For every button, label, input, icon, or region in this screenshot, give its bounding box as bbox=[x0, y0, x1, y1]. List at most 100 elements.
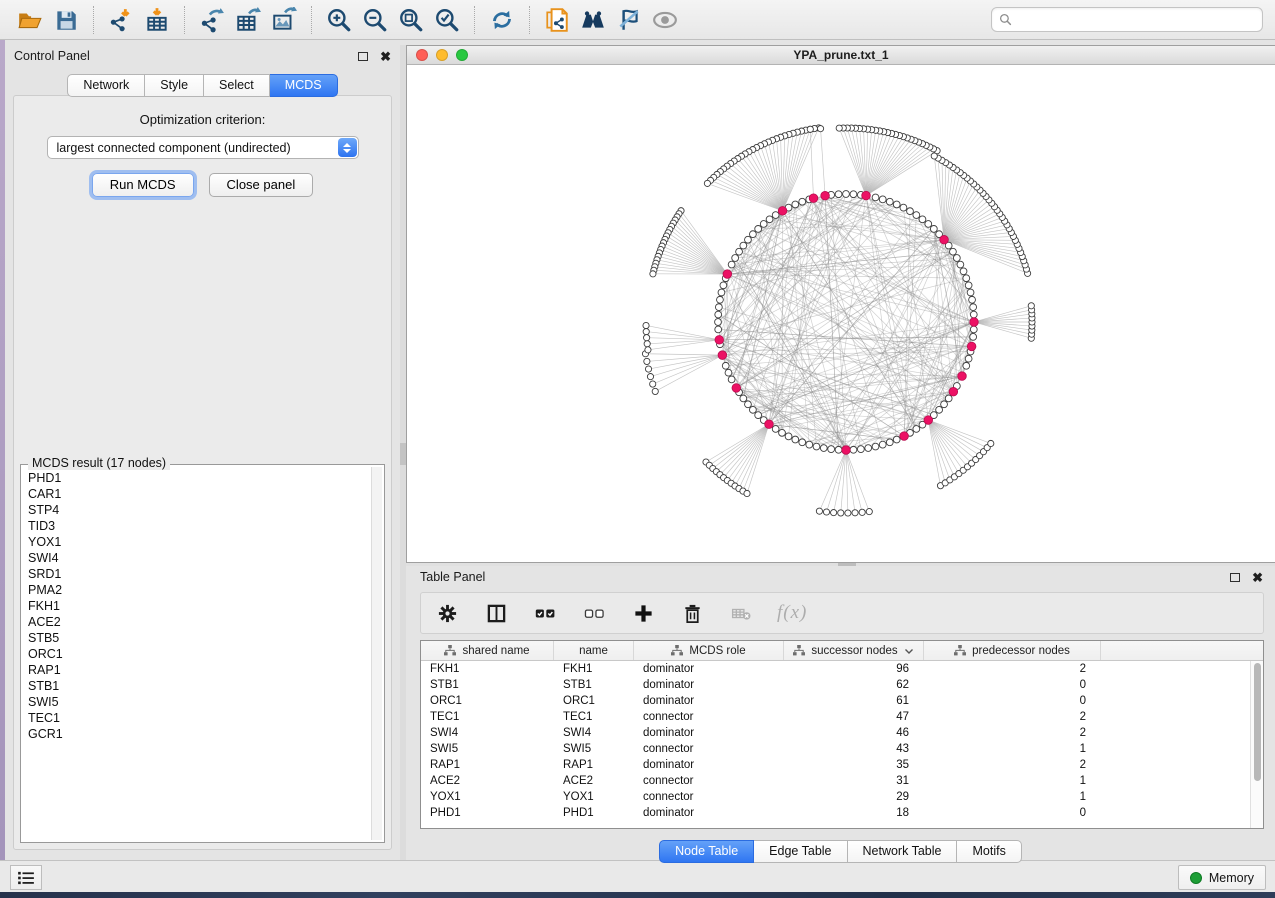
column-header-predecessor-nodes[interactable]: predecessor nodes bbox=[924, 641, 1101, 660]
network-node[interactable] bbox=[745, 236, 752, 243]
network-node[interactable] bbox=[965, 282, 972, 289]
delete-table-button[interactable] bbox=[728, 600, 754, 626]
search-input[interactable] bbox=[1017, 13, 1255, 27]
network-leaf-node[interactable] bbox=[931, 153, 937, 159]
network-hub-node[interactable] bbox=[732, 384, 741, 393]
network-node[interactable] bbox=[720, 282, 727, 289]
network-hub-node[interactable] bbox=[949, 387, 958, 396]
network-node[interactable] bbox=[740, 242, 747, 249]
network-node[interactable] bbox=[779, 429, 786, 436]
float-panel-icon[interactable] bbox=[358, 52, 368, 61]
mcds-result-item[interactable]: PMA2 bbox=[28, 582, 364, 598]
network-leaf-node[interactable] bbox=[643, 322, 649, 328]
show-task-history-button[interactable] bbox=[10, 865, 42, 890]
network-node[interactable] bbox=[893, 436, 900, 443]
network-node[interactable] bbox=[872, 443, 879, 450]
show-columns-button[interactable] bbox=[483, 600, 509, 626]
network-leaf-node[interactable] bbox=[650, 271, 656, 277]
import-network-button[interactable] bbox=[103, 5, 139, 35]
network-node[interactable] bbox=[857, 446, 864, 453]
network-hub-node[interactable] bbox=[723, 270, 732, 279]
network-leaf-node[interactable] bbox=[645, 366, 651, 372]
network-node[interactable] bbox=[969, 296, 976, 303]
network-hub-node[interactable] bbox=[715, 336, 724, 345]
network-leaf-node[interactable] bbox=[744, 490, 750, 496]
tab-mcds[interactable]: MCDS bbox=[270, 74, 338, 97]
table-row[interactable]: ORC1ORC1dominator610 bbox=[421, 693, 1263, 709]
window-minimize-light[interactable] bbox=[436, 49, 448, 61]
network-leaf-node[interactable] bbox=[644, 341, 650, 347]
network-node[interactable] bbox=[886, 198, 893, 205]
table-row[interactable]: SWI4SWI4dominator462 bbox=[421, 725, 1263, 741]
network-leaf-node[interactable] bbox=[816, 508, 822, 514]
network-node[interactable] bbox=[736, 248, 743, 255]
mcds-result-item[interactable]: SWI4 bbox=[28, 550, 364, 566]
table-row[interactable]: FKH1FKH1dominator962 bbox=[421, 661, 1263, 677]
network-node[interactable] bbox=[953, 255, 960, 262]
network-node[interactable] bbox=[919, 216, 926, 223]
show-graphics-details-button[interactable] bbox=[647, 5, 683, 35]
mcds-result-item[interactable]: YOX1 bbox=[28, 534, 364, 550]
network-node[interactable] bbox=[907, 208, 914, 215]
network-leaf-node[interactable] bbox=[644, 358, 650, 364]
tab-style[interactable]: Style bbox=[145, 74, 204, 97]
network-node[interactable] bbox=[963, 362, 970, 369]
run-mcds-button[interactable]: Run MCDS bbox=[92, 173, 194, 197]
mcds-result-item[interactable]: STP4 bbox=[28, 502, 364, 518]
table-row[interactable]: ACE2ACE2connector311 bbox=[421, 773, 1263, 789]
network-leaf-node[interactable] bbox=[807, 126, 813, 132]
float-panel-icon[interactable] bbox=[1230, 573, 1240, 582]
criterion-dropdown[interactable]: largest connected component (undirected) bbox=[47, 136, 359, 159]
network-node[interactable] bbox=[732, 255, 739, 262]
close-panel-icon[interactable]: ✖ bbox=[380, 50, 391, 63]
function-builder-label[interactable]: f(x) bbox=[777, 602, 807, 624]
network-hub-node[interactable] bbox=[718, 351, 727, 360]
window-close-light[interactable] bbox=[416, 49, 428, 61]
mcds-result-item[interactable]: ACE2 bbox=[28, 614, 364, 630]
table-row[interactable]: STB1STB1dominator620 bbox=[421, 677, 1263, 693]
network-node[interactable] bbox=[945, 395, 952, 402]
network-node[interactable] bbox=[766, 216, 773, 223]
network-node[interactable] bbox=[872, 194, 879, 201]
network-node[interactable] bbox=[828, 446, 835, 453]
network-node[interactable] bbox=[970, 326, 977, 333]
network-node[interactable] bbox=[785, 433, 792, 440]
network-node[interactable] bbox=[715, 304, 722, 311]
tab-network[interactable]: Network bbox=[67, 74, 145, 97]
binoculars-button[interactable] bbox=[575, 5, 611, 35]
network-leaf-node[interactable] bbox=[817, 126, 823, 132]
mcds-result-item[interactable]: GCR1 bbox=[28, 726, 364, 742]
network-node[interactable] bbox=[936, 406, 943, 413]
network-hub-node[interactable] bbox=[842, 446, 851, 455]
export-image-button[interactable] bbox=[266, 5, 302, 35]
mcds-result-item[interactable]: RAP1 bbox=[28, 662, 364, 678]
network-node[interactable] bbox=[728, 261, 735, 268]
mcds-result-item[interactable]: SWI5 bbox=[28, 694, 364, 710]
network-node[interactable] bbox=[913, 426, 920, 433]
network-node[interactable] bbox=[850, 446, 857, 453]
network-node[interactable] bbox=[755, 225, 762, 232]
network-leaf-node[interactable] bbox=[836, 125, 842, 131]
column-header-MCDS-role[interactable]: MCDS role bbox=[634, 641, 784, 660]
network-node[interactable] bbox=[967, 289, 974, 296]
network-node[interactable] bbox=[843, 191, 850, 198]
network-node[interactable] bbox=[850, 191, 857, 198]
network-leaf-node[interactable] bbox=[647, 373, 653, 379]
mcds-result-item[interactable]: SRD1 bbox=[28, 566, 364, 582]
network-node[interactable] bbox=[820, 445, 827, 452]
network-node[interactable] bbox=[970, 333, 977, 340]
network-node[interactable] bbox=[965, 355, 972, 362]
unselect-all-columns-button[interactable] bbox=[581, 600, 607, 626]
network-node[interactable] bbox=[792, 201, 799, 208]
network-canvas[interactable] bbox=[407, 65, 1274, 562]
network-leaf-node[interactable] bbox=[645, 347, 651, 353]
mcds-result-item[interactable]: STB5 bbox=[28, 630, 364, 646]
network-node[interactable] bbox=[879, 196, 886, 203]
mcds-result-item[interactable]: TEC1 bbox=[28, 710, 364, 726]
select-all-columns-button[interactable] bbox=[532, 600, 558, 626]
network-node[interactable] bbox=[717, 296, 724, 303]
network-node[interactable] bbox=[806, 441, 813, 448]
network-node[interactable] bbox=[715, 326, 722, 333]
network-node[interactable] bbox=[960, 268, 967, 275]
mcds-list-scrollbar[interactable] bbox=[371, 467, 382, 840]
